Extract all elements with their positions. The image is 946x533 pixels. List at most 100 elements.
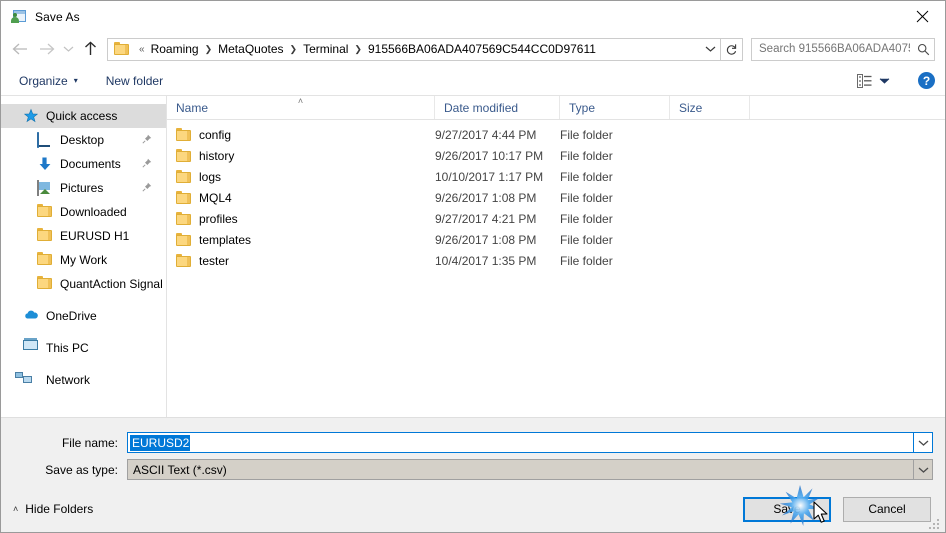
column-header-type[interactable]: Type xyxy=(560,96,670,119)
dialog-footer: ˄ Hide Folders Save Cancel xyxy=(1,486,945,532)
table-row[interactable]: MQL4 9/26/2017 1:08 PM File folder xyxy=(167,187,945,208)
breadcrumb-chevron-icon[interactable]: ❯ xyxy=(285,44,303,55)
file-name-input[interactable]: EURUSD2 xyxy=(127,432,914,453)
pin-icon[interactable] xyxy=(142,157,152,171)
file-name-label: templates xyxy=(199,232,252,247)
breadcrumb-item-metaquotes[interactable]: MetaQuotes xyxy=(217,42,284,56)
resize-grip-icon[interactable] xyxy=(929,517,941,529)
file-name-cell: history xyxy=(167,149,435,163)
sidebar-item-desktop[interactable]: Desktop xyxy=(1,128,166,152)
file-name-cell: MQL4 xyxy=(167,191,435,205)
sidebar-item-label: OneDrive xyxy=(46,309,97,323)
file-type-cell: File folder xyxy=(560,253,613,268)
search-box[interactable] xyxy=(751,37,935,61)
back-arrow-icon xyxy=(12,43,27,55)
refresh-icon xyxy=(726,43,737,55)
sidebar-item-downloaded[interactable]: Downloaded xyxy=(1,200,166,224)
breadcrumb-chevron-icon[interactable]: ❯ xyxy=(349,44,367,55)
up-button[interactable] xyxy=(77,36,103,62)
onedrive-cloud-icon xyxy=(23,308,39,324)
refresh-button[interactable] xyxy=(721,37,743,61)
sidebar-item-label: My Work xyxy=(60,253,108,267)
file-type-cell: File folder xyxy=(560,127,613,142)
chevron-down-icon xyxy=(918,467,928,473)
file-name-cell: tester xyxy=(167,254,435,268)
sidebar-item-quantaction-signal[interactable]: QuantAction Signal xyxy=(1,272,166,296)
file-date-cell: 10/10/2017 1:17 PM xyxy=(435,169,544,184)
view-options-button[interactable] xyxy=(851,71,896,91)
file-name-label: tester xyxy=(199,253,230,268)
file-type-label: Save as type: xyxy=(45,462,118,477)
file-name-cell: profiles xyxy=(167,212,435,226)
table-row[interactable]: history 9/26/2017 10:17 PM File folder xyxy=(167,145,945,166)
help-icon: ? xyxy=(922,73,931,88)
dialog-body: Quick access Desktop Documents Pictures … xyxy=(1,96,945,417)
sidebar-item-eurusd-h1[interactable]: EURUSD H1 xyxy=(1,224,166,248)
sidebar-item-network[interactable]: Network xyxy=(1,368,166,392)
sidebar-item-quick-access[interactable]: Quick access xyxy=(1,104,166,128)
close-button[interactable] xyxy=(899,1,945,31)
column-header-filler xyxy=(750,96,945,119)
up-arrow-icon xyxy=(84,41,96,55)
column-header-date-modified[interactable]: Date modified xyxy=(435,96,560,119)
file-type-cell: File folder xyxy=(560,148,613,163)
column-header-size[interactable]: Size xyxy=(670,96,750,119)
command-toolbar: Organize ▾ New folder ? xyxy=(1,66,945,96)
column-header-label: Date modified xyxy=(444,100,519,115)
column-header-label: Size xyxy=(679,100,703,115)
navigation-pane: Quick access Desktop Documents Pictures … xyxy=(1,96,167,417)
table-row[interactable]: templates 9/26/2017 1:08 PM File folder xyxy=(167,229,945,250)
file-name-dropdown-button[interactable] xyxy=(914,432,933,453)
sidebar-item-pictures[interactable]: Pictures xyxy=(1,176,166,200)
back-button[interactable] xyxy=(7,36,33,62)
file-type-select[interactable]: ASCII Text (*.csv) xyxy=(127,459,914,480)
sidebar-item-label: This PC xyxy=(46,341,89,355)
table-row[interactable]: profiles 9/27/2017 4:21 PM File folder xyxy=(167,208,945,229)
sidebar-item-onedrive[interactable]: OneDrive xyxy=(1,304,166,328)
file-date-cell: 9/27/2017 4:21 PM xyxy=(435,211,537,226)
chevron-down-icon xyxy=(705,46,715,52)
sidebar-item-label: Documents xyxy=(60,157,121,171)
organize-label: Organize xyxy=(19,73,68,88)
save-as-dialog: Save As « Roaming ❯ MetaQuotes ❯ Termina… xyxy=(0,0,946,533)
breadcrumb-item-roaming[interactable]: Roaming xyxy=(150,42,200,56)
file-date-cell: 9/26/2017 1:08 PM xyxy=(435,232,537,247)
folder-icon xyxy=(114,42,130,56)
file-type-dropdown-button[interactable] xyxy=(914,459,933,480)
navigation-bar: « Roaming ❯ MetaQuotes ❯ Terminal ❯ 9155… xyxy=(1,32,945,66)
breadcrumb-item-terminal-id[interactable]: 915566BA06ADA407569C544CC0D97611 xyxy=(367,42,597,56)
sidebar-item-this-pc[interactable]: This PC xyxy=(1,336,166,360)
breadcrumb-chevron-icon[interactable]: ❯ xyxy=(200,44,218,55)
file-name-label: File name: xyxy=(61,435,118,450)
file-date-cell: 9/26/2017 10:17 PM xyxy=(435,148,544,163)
hide-folders-button[interactable]: ˄ Hide Folders xyxy=(13,502,93,516)
address-bar[interactable]: « Roaming ❯ MetaQuotes ❯ Terminal ❯ 9155… xyxy=(107,37,721,61)
help-button[interactable]: ? xyxy=(918,72,935,89)
organize-button[interactable]: Organize ▾ xyxy=(13,71,84,91)
sidebar-item-my-work[interactable]: My Work xyxy=(1,248,166,272)
folder-icon xyxy=(176,233,191,246)
table-row[interactable]: logs 10/10/2017 1:17 PM File folder xyxy=(167,166,945,187)
forward-button[interactable] xyxy=(33,36,59,62)
save-button[interactable]: Save xyxy=(743,496,831,522)
file-name-cell: config xyxy=(167,128,435,142)
address-dropdown-button[interactable] xyxy=(700,39,720,60)
table-row[interactable]: tester 10/4/2017 1:35 PM File folder xyxy=(167,250,945,271)
sidebar-item-documents[interactable]: Documents xyxy=(1,152,166,176)
recent-locations-button[interactable] xyxy=(59,36,77,62)
table-row[interactable]: config 9/27/2017 4:44 PM File folder xyxy=(167,124,945,145)
search-input[interactable] xyxy=(752,43,912,55)
new-folder-button[interactable]: New folder xyxy=(100,71,169,91)
file-name-label: logs xyxy=(199,169,222,184)
folder-icon xyxy=(176,128,191,141)
breadcrumb-overflow[interactable]: « xyxy=(134,44,150,55)
pin-icon[interactable] xyxy=(142,181,152,195)
breadcrumb-item-terminal[interactable]: Terminal xyxy=(302,42,349,56)
file-type-value: ASCII Text (*.csv) xyxy=(133,462,227,477)
pin-icon[interactable] xyxy=(142,133,152,147)
column-header-name[interactable]: Name ˄ xyxy=(167,96,435,119)
cancel-button[interactable]: Cancel xyxy=(843,496,931,522)
search-icon[interactable] xyxy=(912,43,934,56)
file-name-label: history xyxy=(199,148,235,163)
